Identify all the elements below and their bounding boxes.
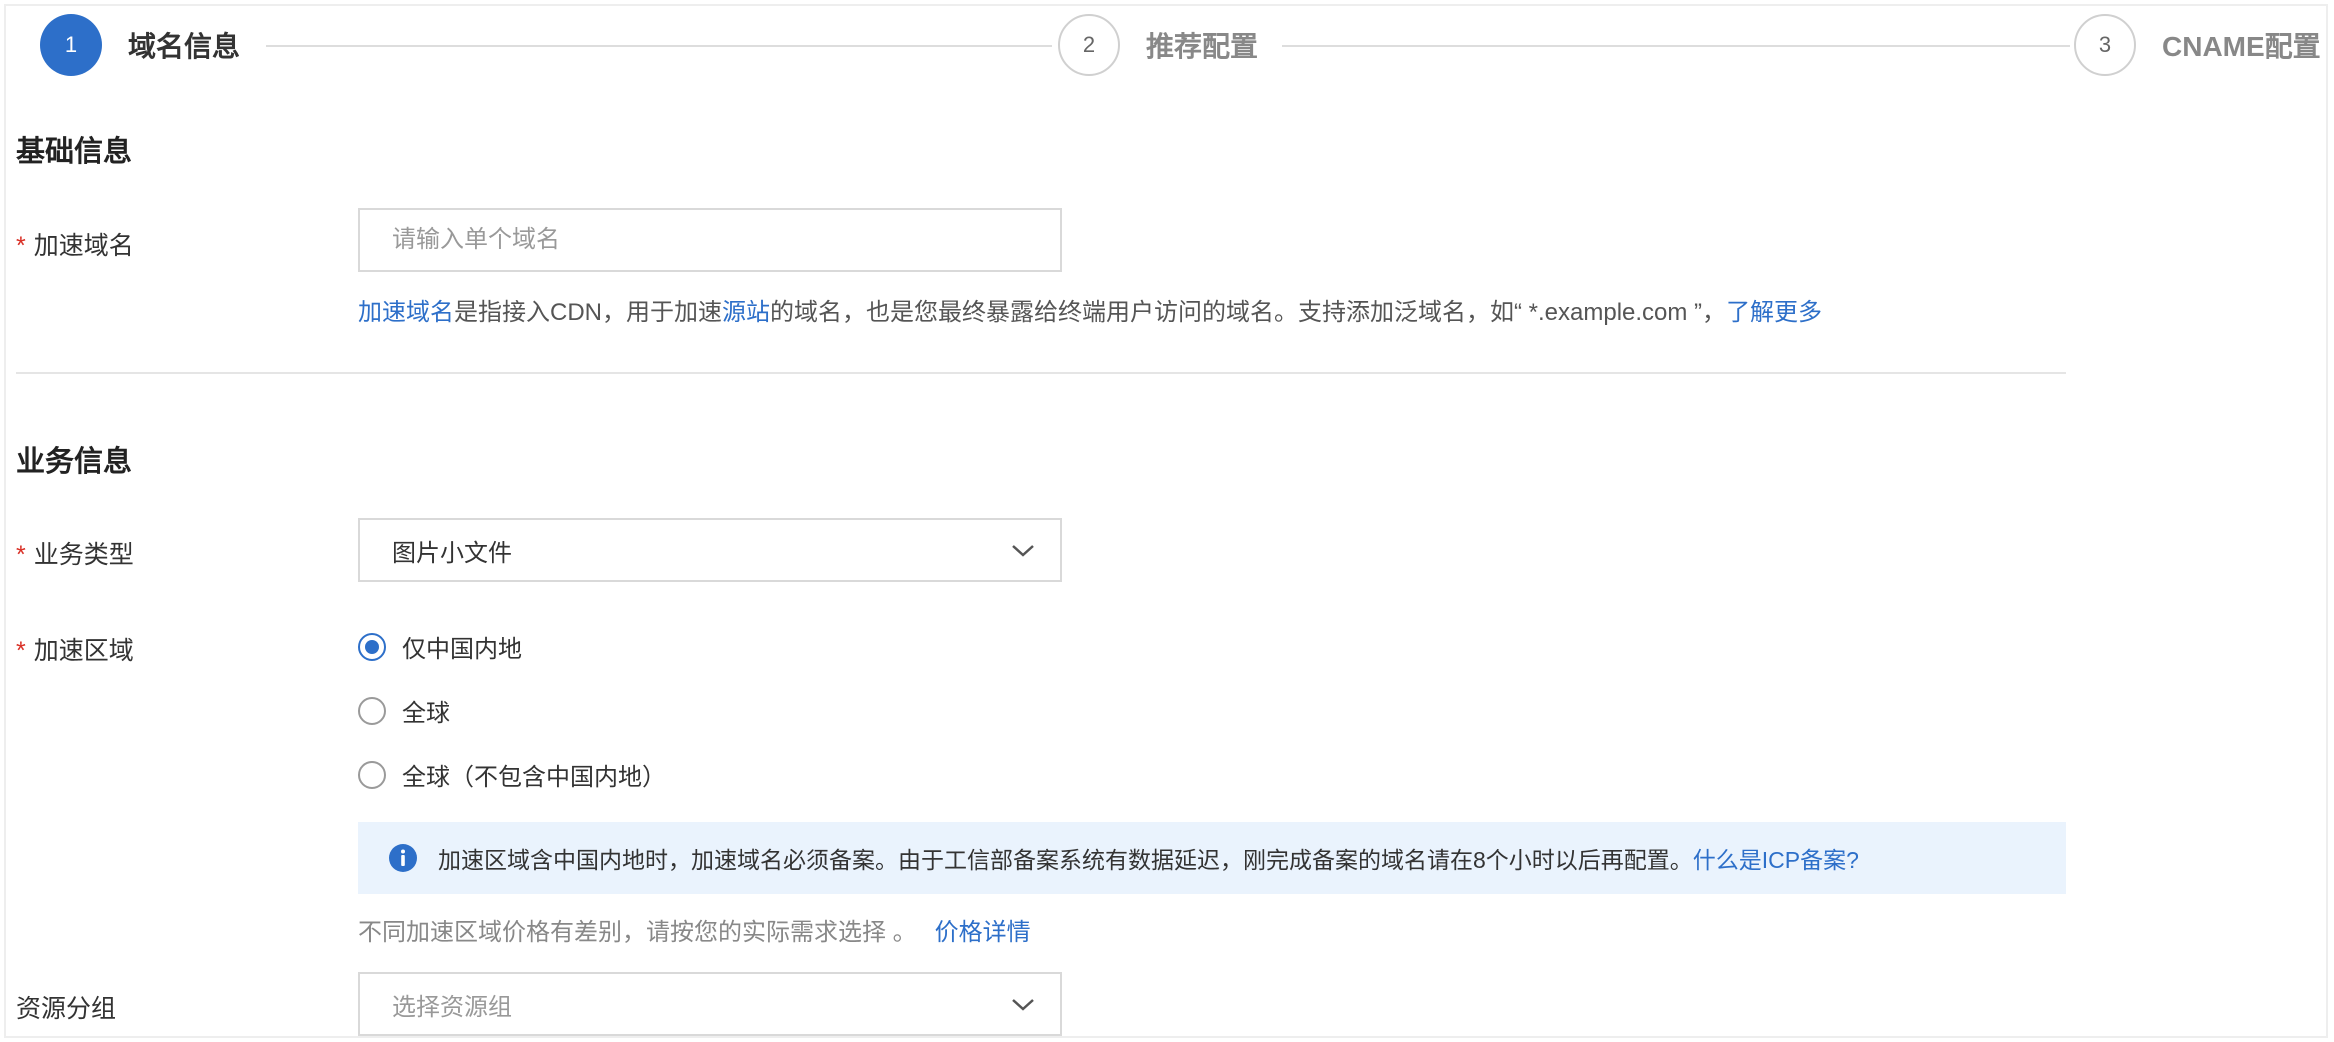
section-title-basic: 基础信息 [16,136,133,168]
price-note-text: 不同加速区域价格有差别，请按您的实际需求选择 。 [358,919,917,946]
step-cname-config: 3 CNAME配置 [2074,14,2321,76]
price-details-link[interactable]: 价格详情 [935,919,1031,946]
chevron-down-icon [1012,999,1034,1011]
icp-banner-message: 加速区域含中国内地时，加速域名必须备案。由于工信部备案系统有数据延迟，刚完成备案… [438,847,1693,873]
required-mark: * [16,637,26,665]
domain-help-link[interactable]: 加速域名 [358,299,454,326]
wizard-steps: 1 域名信息 2 推荐配置 3 CNAME配置 [16,0,2334,100]
business-type-label: * 业务类型 [16,535,134,571]
radio-global[interactable] [358,696,386,725]
step-number-2: 2 [1058,14,1120,76]
required-mark: * [16,232,26,260]
radio-label-mainland: 仅中国内地 [402,636,522,663]
domain-input[interactable] [358,208,1062,272]
create-domain-form: 1 域名信息 2 推荐配置 3 CNAME配置 基础信息 *加速域名 加速域名是… [16,0,2334,1042]
section-divider [16,372,2066,374]
step-connector-2 [1282,45,2070,47]
domain-help-part-2: 的域名，也是您最终暴露给终端用户访问的域名。支持添加泛域名，如“ *.examp… [770,299,1727,326]
icp-banner-text: 加速区域含中国内地时，加速域名必须备案。由于工信部备案系统有数据延迟，刚完成备案… [438,841,1859,875]
required-mark: * [16,541,26,569]
section-title-business: 业务信息 [16,446,133,478]
step-label-1: 域名信息 [128,31,241,62]
icp-info-link[interactable]: 什么是ICP备案? [1693,847,1859,873]
domain-label: * 加速域名 [16,226,134,262]
radio-label-global: 全球 [402,700,450,727]
region-label: * 加速区域 [16,631,134,667]
chevron-down-icon [1012,545,1034,557]
icp-info-banner: 加速区域含中国内地时，加速域名必须备案。由于工信部备案系统有数据延迟，刚完成备案… [358,822,2066,894]
resource-group-placeholder: 选择资源组 [392,993,512,1021]
step-recommended-config: 2 推荐配置 [1058,14,1258,76]
step-domain-info: 1 域名信息 [40,14,240,76]
step-number-3: 3 [2074,14,2136,76]
radio-mainland[interactable] [358,632,386,661]
region-label-text: 加速区域 [33,637,134,665]
business-type-select[interactable]: 图片小文件 [358,518,1062,582]
step-label-2: 推荐配置 [1146,31,1259,62]
learn-more-link[interactable]: 了解更多 [1726,299,1822,326]
radio-global-excl-mainland[interactable] [358,760,386,789]
region-option-mainland[interactable]: 仅中国内地 [358,629,522,664]
step-connector-1 [266,45,1052,47]
radio-label-global-excl-mainland: 全球（不包含中国内地） [402,764,666,791]
region-option-global[interactable]: 全球 [358,693,450,728]
origin-help-link[interactable]: 源站 [722,299,770,326]
business-type-label-text: 业务类型 [33,541,134,569]
region-option-global-excl-mainland[interactable]: 全球（不包含中国内地） [358,757,666,792]
step-number-1: 1 [40,14,102,76]
step-label-3: CNAME配置 [2162,31,2321,62]
domain-label-text: 加速域名 [33,232,134,260]
resource-group-label: 资源分组 [16,995,117,1023]
resource-group-select[interactable]: 选择资源组 [358,972,1062,1036]
domain-help-part-1: 是指接入CDN，用于加速 [454,299,722,326]
domain-help-text: 加速域名是指接入CDN，用于加速源站的域名，也是您最终暴露给终端用户访问的域名。… [358,292,1822,327]
price-note: 不同加速区域价格有差别，请按您的实际需求选择 。价格详情 [358,912,1031,947]
business-type-value: 图片小文件 [392,539,512,567]
info-icon [389,844,417,872]
